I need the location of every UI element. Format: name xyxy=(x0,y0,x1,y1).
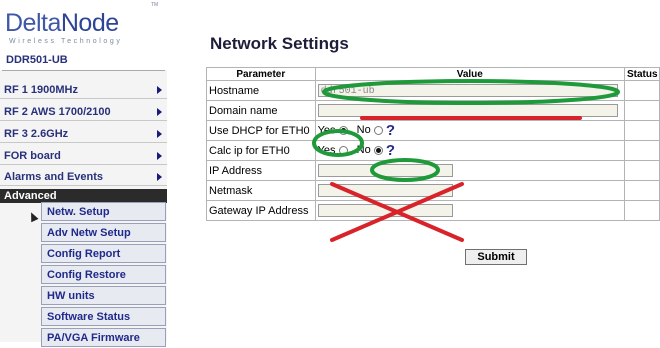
mouse-pointer-icon xyxy=(27,210,39,223)
submenu-pa-vga-firmware[interactable]: PA/VGA Firmware xyxy=(41,328,166,347)
table-header-row: Parameter Value Status xyxy=(206,67,660,81)
row-label: Netmask xyxy=(206,180,316,201)
sidebar: TM DeltaNode Wireless Technology DDR501-… xyxy=(0,0,167,347)
trademark-mark: TM xyxy=(151,2,159,8)
menu-item-rf2[interactable]: RF 2 AWS 1700/2100 xyxy=(0,103,167,121)
logo-brand-node: Node xyxy=(60,9,119,37)
network-settings-table: Parameter Value Status Hostname ddr501-u… xyxy=(206,67,660,221)
menu-item-label: RF 2 AWS 1700/2100 xyxy=(4,106,111,118)
table-row: Gateway IP Address xyxy=(206,200,660,221)
menu-item-advanced[interactable]: Advanced xyxy=(0,189,167,203)
calc-yes-label: Yes xyxy=(317,144,336,157)
column-header-status: Status xyxy=(623,67,660,81)
table-row: Hostname ddr501-ub xyxy=(206,80,660,101)
status-cell xyxy=(623,80,660,101)
dhcp-radio-group: Yes No ? xyxy=(314,120,625,141)
help-icon[interactable]: ? xyxy=(386,142,395,159)
deltanode-logo: TM DeltaNode Wireless Technology xyxy=(0,0,167,58)
device-name: DDR501-UB xyxy=(0,51,167,70)
column-header-parameter: Parameter xyxy=(206,67,316,81)
submenu-software-status[interactable]: Software Status xyxy=(41,307,166,326)
chevron-right-icon xyxy=(157,86,162,94)
help-icon[interactable]: ? xyxy=(386,122,395,139)
logo-wordmark: DeltaNode xyxy=(5,11,119,36)
submit-button[interactable]: Submit xyxy=(465,249,527,265)
row-label: Domain name xyxy=(206,100,316,121)
submenu-config-report[interactable]: Config Report xyxy=(41,244,166,263)
menu-item-alarms[interactable]: Alarms and Events xyxy=(0,168,167,186)
chevron-right-icon xyxy=(157,173,162,181)
menu-item-label: RF 3 2.6GHz xyxy=(4,128,69,140)
divider xyxy=(2,70,165,71)
row-label: Calc ip for ETH0 xyxy=(206,140,316,161)
chevron-right-icon xyxy=(157,130,162,138)
logo-brand-delta: Delta xyxy=(5,9,61,37)
menu-item-label: Alarms and Events xyxy=(4,171,104,183)
chevron-right-icon xyxy=(157,152,162,160)
hostname-input[interactable]: ddr501-ub xyxy=(317,84,618,97)
row-label: Use DHCP for ETH0 xyxy=(206,120,316,141)
status-cell xyxy=(623,180,660,201)
dhcp-yes-radio[interactable] xyxy=(338,126,348,135)
table-row: Calc ip for ETH0 Yes No ? xyxy=(206,140,660,161)
netmask-input[interactable] xyxy=(317,184,453,197)
ip-address-input[interactable] xyxy=(317,164,453,177)
menu-item-for-board[interactable]: FOR board xyxy=(0,147,167,165)
calc-no-label: No xyxy=(356,144,371,157)
menu-item-rf1[interactable]: RF 1 1900MHz xyxy=(0,81,167,99)
row-label: Hostname xyxy=(206,80,316,101)
submenu-config-restore[interactable]: Config Restore xyxy=(41,265,166,284)
status-cell xyxy=(623,140,660,161)
table-row: Netmask xyxy=(206,180,660,201)
row-label: IP Address xyxy=(206,160,316,181)
menu-item-rf3[interactable]: RF 3 2.6GHz xyxy=(0,125,167,143)
domain-name-input[interactable] xyxy=(317,104,618,117)
status-cell xyxy=(623,160,660,181)
table-row: Domain name xyxy=(206,100,660,121)
dhcp-no-radio[interactable] xyxy=(373,126,383,135)
column-header-value: Value xyxy=(314,67,625,81)
page-title: Network Settings xyxy=(210,34,349,53)
chevron-right-icon xyxy=(157,108,162,116)
calc-yes-radio[interactable] xyxy=(338,146,348,155)
row-label: Gateway IP Address xyxy=(206,200,316,221)
dhcp-no-label: No xyxy=(356,124,371,137)
logo-tagline: Wireless Technology xyxy=(9,38,123,45)
calc-ip-radio-group: Yes No ? xyxy=(314,140,625,161)
menu-item-label: RF 1 1900MHz xyxy=(4,84,78,96)
calc-no-radio[interactable] xyxy=(373,146,383,155)
status-cell xyxy=(623,200,660,221)
submenu-hw-units[interactable]: HW units xyxy=(41,286,166,305)
status-cell xyxy=(623,100,660,121)
dhcp-yes-label: Yes xyxy=(317,124,336,137)
table-row: IP Address xyxy=(206,160,660,181)
menu-item-label: FOR board xyxy=(4,150,61,162)
status-cell xyxy=(623,120,660,141)
gateway-ip-input[interactable] xyxy=(317,204,453,217)
table-row: Use DHCP for ETH0 Yes No ? xyxy=(206,120,660,141)
submenu-adv-netw-setup[interactable]: Adv Netw Setup xyxy=(41,223,166,242)
submenu-netw-setup[interactable]: Netw. Setup xyxy=(41,202,166,221)
